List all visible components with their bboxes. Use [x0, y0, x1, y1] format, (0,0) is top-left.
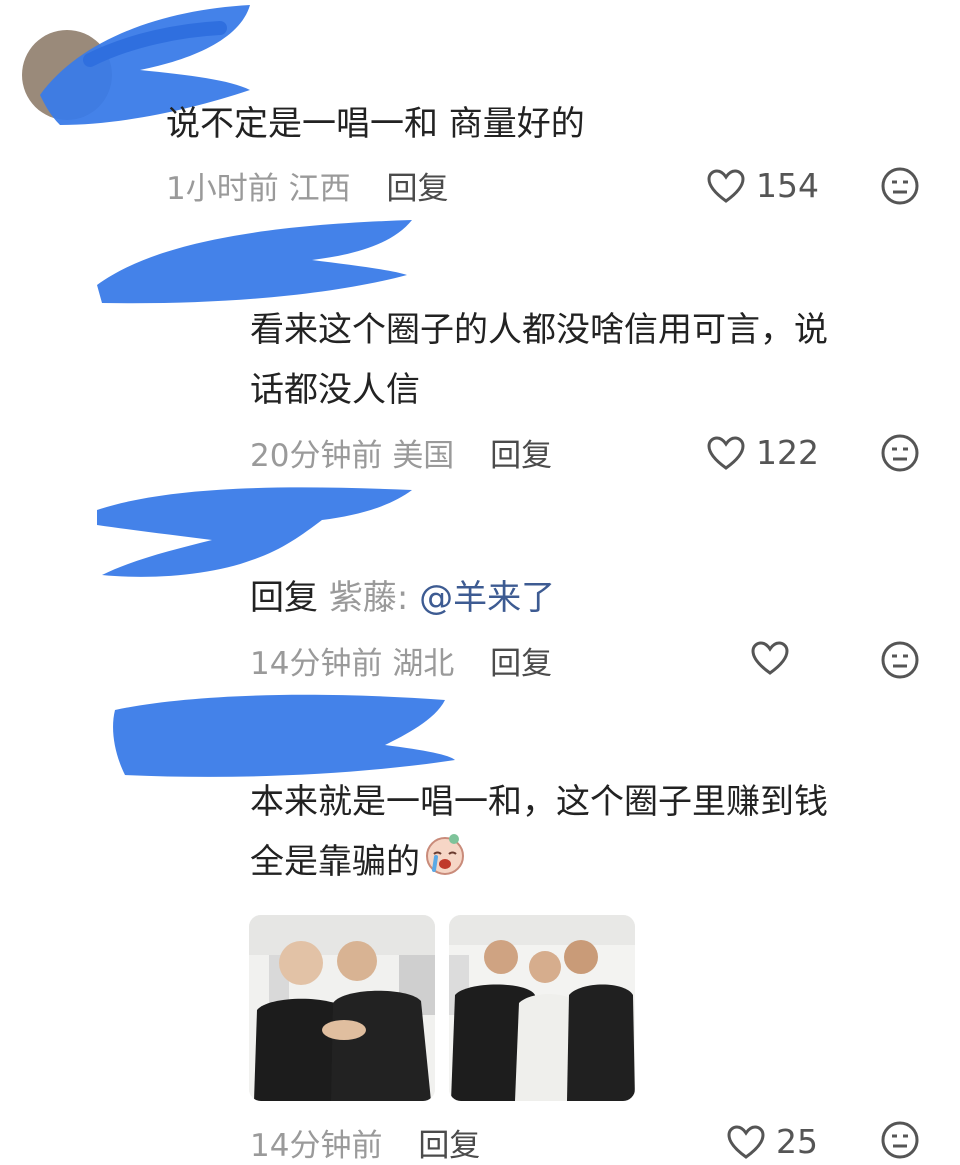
reply-text: 回复 紫藤: @羊来了 — [250, 568, 555, 628]
reply-button[interactable]: 回复 — [490, 438, 552, 474]
photo-image — [449, 915, 635, 1101]
neutral-face-icon — [880, 433, 920, 473]
reply-button[interactable]: 回复 — [490, 646, 552, 682]
comment-meta: 20分钟前 美国 回复 — [250, 430, 552, 475]
photo-image — [249, 915, 435, 1101]
like-button[interactable]: 122 — [706, 433, 819, 472]
comment-text-line-1: 看来这个圈子的人都没啥信用可言，说 — [250, 310, 828, 350]
heart-outline-icon — [750, 640, 790, 676]
comment-text-line-2-content: 全是靠骗的 — [250, 842, 420, 882]
reaction-button[interactable] — [880, 166, 920, 206]
redaction-scribble — [113, 694, 455, 777]
comment-4: 本来就是一唱一和，这个圈子里赚到钱 全是靠骗的 14分钟前 回复 25 — [0, 690, 960, 1164]
heart-outline-icon — [726, 1124, 766, 1160]
crying-face-emoji — [422, 832, 468, 895]
reply-to-username[interactable]: 紫藤 — [329, 578, 397, 618]
reply-button[interactable]: 回复 — [418, 1128, 480, 1164]
comment-1: 说不定是一唱一和 商量好的 1小时前 江西 回复 154 — [0, 0, 960, 215]
neutral-face-icon — [880, 640, 920, 680]
comment-text-line-1: 本来就是一唱一和，这个圈子里赚到钱 — [250, 782, 828, 822]
reaction-button[interactable] — [880, 1120, 920, 1160]
neutral-face-icon — [880, 1120, 920, 1160]
like-button[interactable]: 25 — [726, 1122, 818, 1161]
mention-link[interactable]: @羊来了 — [419, 578, 555, 618]
comment-time: 14分钟前 — [250, 1128, 383, 1164]
comment-meta: 1小时前 江西 回复 — [166, 163, 448, 208]
heart-outline-icon — [706, 435, 746, 471]
comment-2: 看来这个圈子的人都没啥信用可言，说 话都没人信 20分钟前 美国 回复 122 — [0, 215, 960, 480]
reply-button[interactable]: 回复 — [386, 171, 448, 207]
reaction-button[interactable] — [880, 433, 920, 473]
reply-prefix: 回复 — [250, 578, 318, 618]
reaction-button[interactable] — [880, 640, 920, 680]
reply-colon: : — [396, 578, 409, 618]
comment-text-line-2: 全是靠骗的 — [250, 832, 468, 895]
photo-thumbnail-1[interactable] — [249, 915, 435, 1101]
comment-meta: 14分钟前 湖北 回复 — [250, 638, 552, 683]
comment-location: 美国 — [392, 438, 455, 474]
comment-time: 20分钟前 — [250, 438, 383, 474]
comment-time: 14分钟前 — [250, 646, 383, 682]
comment-text-line-2: 话都没人信 — [250, 370, 420, 410]
comment-time: 1小时前 — [166, 171, 279, 207]
comment-location: 湖北 — [392, 646, 455, 682]
neutral-face-icon — [880, 166, 920, 206]
comment-meta: 14分钟前 回复 — [250, 1120, 480, 1165]
comment-location: 江西 — [288, 171, 351, 207]
like-button[interactable] — [750, 640, 790, 676]
heart-outline-icon — [706, 168, 746, 204]
photo-thumbnail-2[interactable] — [449, 915, 635, 1101]
like-count: 154 — [756, 166, 819, 205]
comment-text: 说不定是一唱一和 商量好的 — [166, 104, 585, 144]
like-count: 25 — [776, 1122, 818, 1161]
like-count: 122 — [756, 433, 819, 472]
like-button[interactable]: 154 — [706, 166, 819, 205]
comment-3: 回复 紫藤: @羊来了 14分钟前 湖北 回复 — [0, 480, 960, 690]
